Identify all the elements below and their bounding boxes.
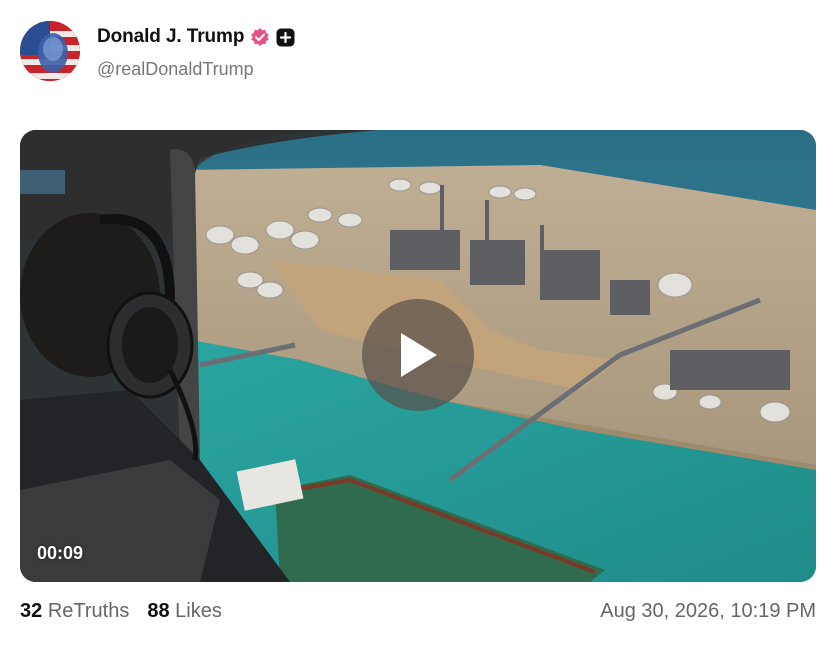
play-icon: [401, 333, 437, 377]
retruths-count: 32: [20, 600, 43, 622]
plus-badge-icon: [276, 28, 295, 47]
video-duration: 00:09: [37, 543, 84, 563]
author-name-row: Donald J. Trump: [97, 26, 295, 48]
play-button[interactable]: [362, 299, 474, 411]
verified-badge-icon: [250, 27, 270, 47]
avatar[interactable]: [20, 21, 80, 81]
video-player[interactable]: 00:09: [20, 130, 816, 582]
post-timestamp[interactable]: Aug 30, 2026, 10:19 PM: [600, 600, 816, 623]
retruths-stat[interactable]: 32 ReTruths: [20, 600, 129, 623]
likes-count: 88: [147, 600, 170, 622]
author-display-name[interactable]: Donald J. Trump: [97, 26, 244, 48]
avatar-image: [20, 21, 80, 81]
likes-stat[interactable]: 88 Likes: [147, 600, 222, 623]
post-stats: 32 ReTruths 88 Likes: [20, 600, 222, 623]
likes-label: Likes: [175, 600, 222, 622]
retruths-label: ReTruths: [47, 600, 130, 622]
author-handle[interactable]: @realDonaldTrump: [97, 59, 254, 80]
